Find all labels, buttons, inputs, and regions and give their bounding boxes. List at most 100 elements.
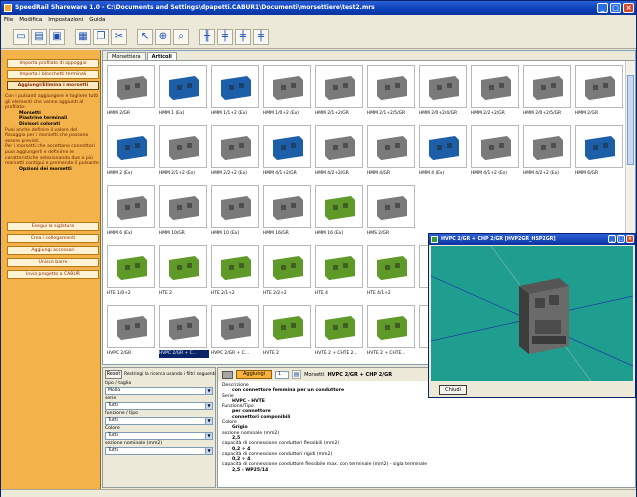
catalog-item[interactable]: HMM 2/1+2 (Ex): [158, 125, 210, 182]
catalog-item-label: HMM 4/2+2 (Ex): [523, 171, 560, 176]
catalog-item[interactable]: HMM 2/0+2/4/GR: [418, 65, 470, 122]
catalog-item[interactable]: HVTE 2 + CHTE 2...: [314, 305, 366, 362]
cut-icon[interactable]: ✂: [111, 28, 127, 45]
catalog-item[interactable]: HMM 10 (Ex): [210, 185, 262, 242]
viewer-title-bar[interactable]: HVPC 2/GR + CHP 2/GR [HVP2GR_HSP2GR] _ □…: [429, 234, 635, 245]
menu-modifica[interactable]: Modifica: [19, 15, 42, 25]
new-icon[interactable]: ▭: [13, 28, 29, 45]
viewer-close-button[interactable]: ×: [626, 235, 634, 243]
catalog-item-label: HVTE 2: [263, 351, 279, 356]
catalog-item-label: HMM 2/2+2/GR: [471, 111, 505, 116]
catalog-item[interactable]: HMM 16/GR: [262, 185, 314, 242]
tab-morsettiera[interactable]: Morsettiera: [107, 52, 146, 60]
save-icon[interactable]: ▣: [49, 28, 65, 45]
send-project-button[interactable]: Invia progetto a CABUR: [7, 270, 99, 279]
catalog-item[interactable]: HMM 1/0+2 (Ex): [262, 65, 314, 122]
filter-section-select[interactable]: Tutti ▼: [105, 447, 213, 455]
labeling-button[interactable]: Esegui la siglatura: [7, 222, 99, 231]
catalog-item[interactable]: HMM 2/1+2/GR: [314, 65, 366, 122]
print-icon[interactable]: ▦: [75, 28, 91, 45]
catalog-item[interactable]: HTE 2/1+2: [210, 245, 262, 302]
join-bars-button[interactable]: Unisce barre: [7, 258, 99, 267]
catalog-item[interactable]: HMM 4/2+2/GR: [314, 125, 366, 182]
viewer-maximize-button[interactable]: □: [617, 235, 625, 243]
catalog-item[interactable]: HMM 2/0+2/5/GR: [522, 65, 574, 122]
catalog-item[interactable]: HTE 2: [158, 245, 210, 302]
filter-color-select[interactable]: Tutti ▼: [105, 432, 213, 440]
catalog-item[interactable]: HMM 6 (Ex): [106, 185, 158, 242]
catalog-item[interactable]: HVPC 2/GR: [106, 305, 158, 362]
catalog-item[interactable]: HMM 2/1+2/5/GR: [366, 65, 418, 122]
catalog-item[interactable]: HMM 4/GR: [366, 125, 418, 182]
catalog-item[interactable]: HMM 4/1+2 (Ex): [470, 125, 522, 182]
layout2-icon[interactable]: ╪: [217, 28, 233, 45]
toolbar: ▭ ▤ ▣ ▦ ❐ ✂ ↖ ⊕ ⌕ ╫ ╪ ╪ ╪: [1, 25, 636, 49]
layout4-icon[interactable]: ╪: [253, 28, 269, 45]
catalog-item[interactable]: HTE 1/0+2: [106, 245, 158, 302]
menu-file[interactable]: File: [4, 15, 13, 25]
catalog-item[interactable]: HVPC 2/GR + C...: [210, 305, 262, 362]
catalog-item[interactable]: HMM 2/GR: [106, 65, 158, 122]
filter-series-select[interactable]: Tutti ▼: [105, 402, 213, 410]
catalog-item[interactable]: HMM 2/2+2/GR: [470, 65, 522, 122]
accessories-button[interactable]: Aggiungi accessori: [7, 246, 99, 255]
help-text: Con i pulsanti aggiungere e togliere tut…: [5, 94, 99, 172]
minimize-button[interactable]: _: [597, 3, 608, 13]
3d-model: [431, 246, 633, 381]
catalog-item[interactable]: HMM 6/GR: [574, 125, 626, 182]
title-bar[interactable]: SpeedRail Shareware 1.0 - C:\Documents a…: [1, 1, 636, 15]
tab-articoli[interactable]: Articoli: [146, 52, 177, 60]
layout3-icon[interactable]: ╪: [235, 28, 251, 45]
terminal-thumbnail: [107, 185, 155, 228]
filter-type-select[interactable]: Molla ▼: [105, 387, 213, 395]
catalog-item-label: HMM 1 (Ex): [159, 111, 185, 116]
3d-view[interactable]: [431, 246, 633, 381]
filter-function-select[interactable]: Tutti ▼: [105, 417, 213, 425]
catalog-item[interactable]: HMM 16 (Ex): [314, 185, 366, 242]
zoom-icon[interactable]: ⌕: [173, 28, 189, 45]
import-blocks-button[interactable]: Importa i blocchetti terminali: [7, 70, 99, 79]
add-icon[interactable]: ⊕: [155, 28, 171, 45]
catalog-item[interactable]: HTE 4: [314, 245, 366, 302]
catalog-item[interactable]: HMS 2/GR: [366, 185, 418, 242]
chevron-down-icon: ▼: [205, 388, 212, 394]
catalog-item[interactable]: HMM 1 (Ex): [158, 65, 210, 122]
catalog-item[interactable]: HMM 4/2+2 (Ex): [522, 125, 574, 182]
menu-guida[interactable]: Guida: [89, 15, 105, 25]
catalog-item-label: HVPC 2/GR + C...: [211, 351, 249, 356]
terminal-thumbnail: [263, 125, 311, 168]
catalog-item[interactable]: HMM 2 (Ex): [106, 125, 158, 182]
quantity-field[interactable]: 1: [275, 370, 290, 379]
catalog-item[interactable]: HVTE 2: [262, 305, 314, 362]
maximize-button[interactable]: □: [610, 3, 621, 13]
configure-icon[interactable]: ▤: [292, 370, 302, 379]
layout1-icon[interactable]: ╫: [199, 28, 215, 45]
menu-impostazioni[interactable]: Impostazioni: [48, 15, 83, 25]
catalog-item[interactable]: HVPC 2/GR + C...: [158, 305, 210, 362]
add-remove-terminals-button[interactable]: Aggiungi/Elimina i morsetti: [7, 81, 99, 90]
viewer-minimize-button[interactable]: _: [608, 235, 616, 243]
add-button[interactable]: Aggiungi: [236, 370, 273, 379]
catalog-item[interactable]: HTE 4/1+2: [366, 245, 418, 302]
close-button[interactable]: ×: [623, 3, 634, 13]
catalog-item[interactable]: HMM 4/1+2/GR: [262, 125, 314, 182]
catalog-item[interactable]: HMM 2/2+2 (Ex): [210, 125, 262, 182]
terminal-thumbnail: [315, 305, 363, 348]
import-profile-button[interactable]: Importa profilato di appoggio: [7, 59, 99, 68]
connections-button[interactable]: Crea i collegamenti: [7, 234, 99, 243]
detail-value: 2,5 - WP25/14: [232, 467, 269, 473]
catalog-item[interactable]: HMM 4 (Ex): [418, 125, 470, 182]
catalog-item[interactable]: HVTE 2 + CHTE...: [366, 305, 418, 362]
terminal-thumbnail: [263, 245, 311, 288]
catalog-item-label: HVPC 2/GR: [107, 351, 132, 356]
pointer-icon[interactable]: ↖: [137, 28, 153, 45]
left-panel: Importa profilato di appoggio Importa i …: [1, 50, 101, 490]
open-icon[interactable]: ▤: [31, 28, 47, 45]
catalog-item[interactable]: HMM 10/GR: [158, 185, 210, 242]
viewer-close-label-button[interactable]: Chiudi: [439, 385, 467, 395]
catalog-item[interactable]: HMM 1/1+2 (Ex): [210, 65, 262, 122]
catalog-item[interactable]: HMM 2/GR: [574, 65, 626, 122]
catalog-item[interactable]: HTE 2/2+2: [262, 245, 314, 302]
reset-button[interactable]: Reset: [105, 370, 122, 379]
copy-icon[interactable]: ❐: [93, 28, 109, 45]
